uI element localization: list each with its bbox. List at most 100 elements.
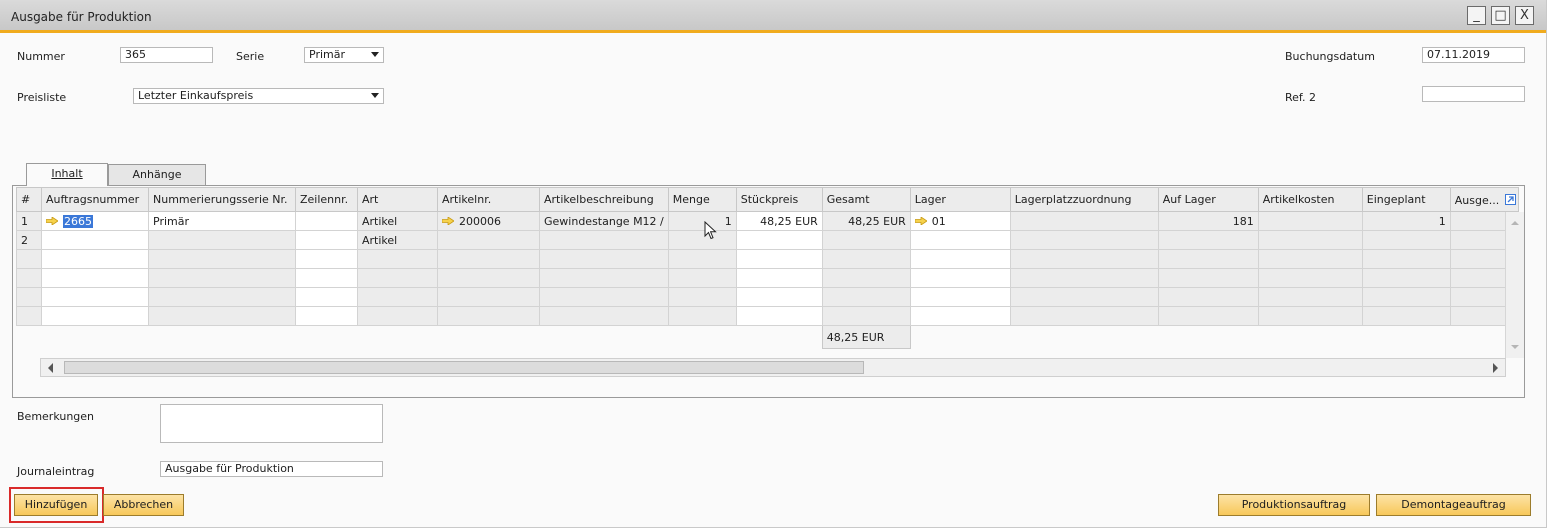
empty-cell xyxy=(1257,287,1363,307)
scroll-down-icon[interactable] xyxy=(1506,340,1524,354)
empty-cell[interactable] xyxy=(41,268,149,288)
column-header[interactable]: Eingeplant xyxy=(1361,187,1451,212)
column-header[interactable]: # xyxy=(16,187,42,212)
lagerplatz-cell[interactable] xyxy=(1009,211,1159,231)
close-button[interactable]: X xyxy=(1515,6,1534,25)
row-number xyxy=(16,249,42,269)
column-header[interactable]: Nummerierungsserie Nr. xyxy=(148,187,296,212)
empty-cell[interactable] xyxy=(909,287,1011,307)
empty-cell[interactable] xyxy=(735,306,823,326)
empty-cell xyxy=(1257,268,1363,288)
zeilennr-cell[interactable] xyxy=(295,230,358,250)
scroll-thumb[interactable] xyxy=(64,361,864,374)
stueckpreis-cell[interactable]: 48,25 EUR xyxy=(735,211,823,231)
lager-value: 01 xyxy=(931,214,946,228)
column-header[interactable]: Lager xyxy=(909,187,1011,212)
empty-cell xyxy=(148,268,296,288)
empty-cell[interactable] xyxy=(735,249,823,269)
empty-cell[interactable] xyxy=(295,306,358,326)
tab-inhalt[interactable]: Inhalt xyxy=(26,163,108,186)
link-arrow-icon[interactable] xyxy=(46,216,58,225)
column-header[interactable]: Artikelnr. xyxy=(437,187,540,212)
link-arrow-icon[interactable] xyxy=(914,216,927,225)
empty-cell[interactable] xyxy=(41,249,149,269)
serie-dropdown[interactable]: Primär xyxy=(304,47,384,63)
scroll-left-icon[interactable] xyxy=(48,363,53,373)
stueckpreis-cell[interactable] xyxy=(735,230,823,250)
preisliste-dropdown[interactable]: Letzter Einkaufspreis xyxy=(133,88,384,104)
table-row[interactable] xyxy=(16,249,1519,269)
empty-cell[interactable] xyxy=(41,287,149,307)
minimize-button[interactable]: _ xyxy=(1467,6,1486,25)
empty-cell xyxy=(667,249,737,269)
empty-cell[interactable] xyxy=(735,268,823,288)
table-row[interactable]: 2 Artikel xyxy=(16,230,1519,250)
maximize-button[interactable]: □ xyxy=(1491,6,1510,25)
empty-cell[interactable] xyxy=(41,306,149,326)
journaleintrag-field[interactable]: Ausgabe für Produktion xyxy=(160,461,383,477)
column-header[interactable]: Lagerplatzzuordnung xyxy=(1009,187,1159,212)
cancel-button[interactable]: Abbrechen xyxy=(103,494,184,516)
table-row[interactable]: 1 2665 Primär Artikel 200006 Gewindestan… xyxy=(16,211,1519,231)
empty-cell xyxy=(821,249,911,269)
empty-cell xyxy=(437,306,540,326)
column-header[interactable]: Gesamt xyxy=(821,187,911,212)
expand-arrow-icon[interactable] xyxy=(1504,193,1516,205)
auftragsnummer-cell[interactable]: 2665 xyxy=(41,211,149,231)
nummer-field[interactable]: 365 xyxy=(120,47,213,63)
production-order-button[interactable]: Produktionsauftrag xyxy=(1218,494,1370,516)
empty-cell[interactable] xyxy=(295,287,358,307)
column-header[interactable]: Ausge... xyxy=(1449,187,1519,212)
empty-cell xyxy=(821,287,911,307)
empty-cell xyxy=(1009,268,1159,288)
gesamt-cell xyxy=(821,230,911,250)
column-header[interactable]: Auf Lager xyxy=(1157,187,1259,212)
lager-cell[interactable] xyxy=(909,230,1011,250)
table-row[interactable] xyxy=(16,306,1519,326)
column-header[interactable]: Artikelkosten xyxy=(1257,187,1363,212)
table-row[interactable] xyxy=(16,268,1519,288)
vertical-scrollbar[interactable] xyxy=(1505,212,1524,358)
empty-cell[interactable] xyxy=(735,287,823,307)
link-arrow-icon[interactable] xyxy=(442,216,454,225)
zeilennr-cell[interactable] xyxy=(295,211,358,231)
column-header[interactable]: Stückpreis xyxy=(735,187,823,212)
serie-cell[interactable] xyxy=(148,230,296,250)
tab-anhaenge[interactable]: Anhänge xyxy=(108,164,206,186)
column-header[interactable]: Artikelbeschreibung xyxy=(539,187,669,212)
column-header[interactable]: Menge xyxy=(667,187,737,212)
column-header[interactable]: Auftragsnummer xyxy=(41,187,149,212)
nummer-label: Nummer xyxy=(17,50,65,63)
artikelkosten-cell xyxy=(1257,230,1363,250)
auftragsnummer-cell[interactable] xyxy=(41,230,149,250)
ref2-field[interactable] xyxy=(1422,86,1525,102)
disassembly-order-button[interactable]: Demontageauftrag xyxy=(1376,494,1531,516)
column-header[interactable]: Art xyxy=(357,187,438,212)
serie-cell[interactable]: Primär xyxy=(148,211,296,231)
title-bar[interactable]: Ausgabe für Produktion _ □ X xyxy=(0,0,1546,33)
scroll-up-icon[interactable] xyxy=(1506,216,1524,230)
empty-cell[interactable] xyxy=(909,306,1011,326)
menge-cell[interactable] xyxy=(667,230,737,250)
lagerplatz-cell[interactable] xyxy=(1009,230,1159,250)
menge-cell[interactable]: 1 xyxy=(667,211,737,231)
serie-label: Serie xyxy=(236,50,265,63)
row-number xyxy=(16,287,42,307)
empty-cell[interactable] xyxy=(909,249,1011,269)
scroll-right-icon[interactable] xyxy=(1493,363,1498,373)
column-header[interactable]: Zeilennr. xyxy=(295,187,358,212)
horizontal-scrollbar[interactable] xyxy=(40,358,1506,377)
empty-cell[interactable] xyxy=(295,249,358,269)
bemerkungen-textarea[interactable] xyxy=(160,404,383,443)
serie-value: Primär xyxy=(309,48,345,61)
empty-cell[interactable] xyxy=(909,268,1011,288)
preisliste-value: Letzter Einkaufspreis xyxy=(138,89,254,102)
artikelnr-value: 200006 xyxy=(459,214,501,228)
table-row[interactable] xyxy=(16,287,1519,307)
lager-cell[interactable]: 01 xyxy=(909,211,1011,231)
empty-cell xyxy=(1157,268,1259,288)
buchungsdatum-field[interactable]: 07.11.2019 xyxy=(1422,47,1525,63)
auf-lager-cell: 181 xyxy=(1157,211,1259,231)
empty-cell[interactable] xyxy=(295,268,358,288)
add-button[interactable]: Hinzufügen xyxy=(14,494,98,516)
